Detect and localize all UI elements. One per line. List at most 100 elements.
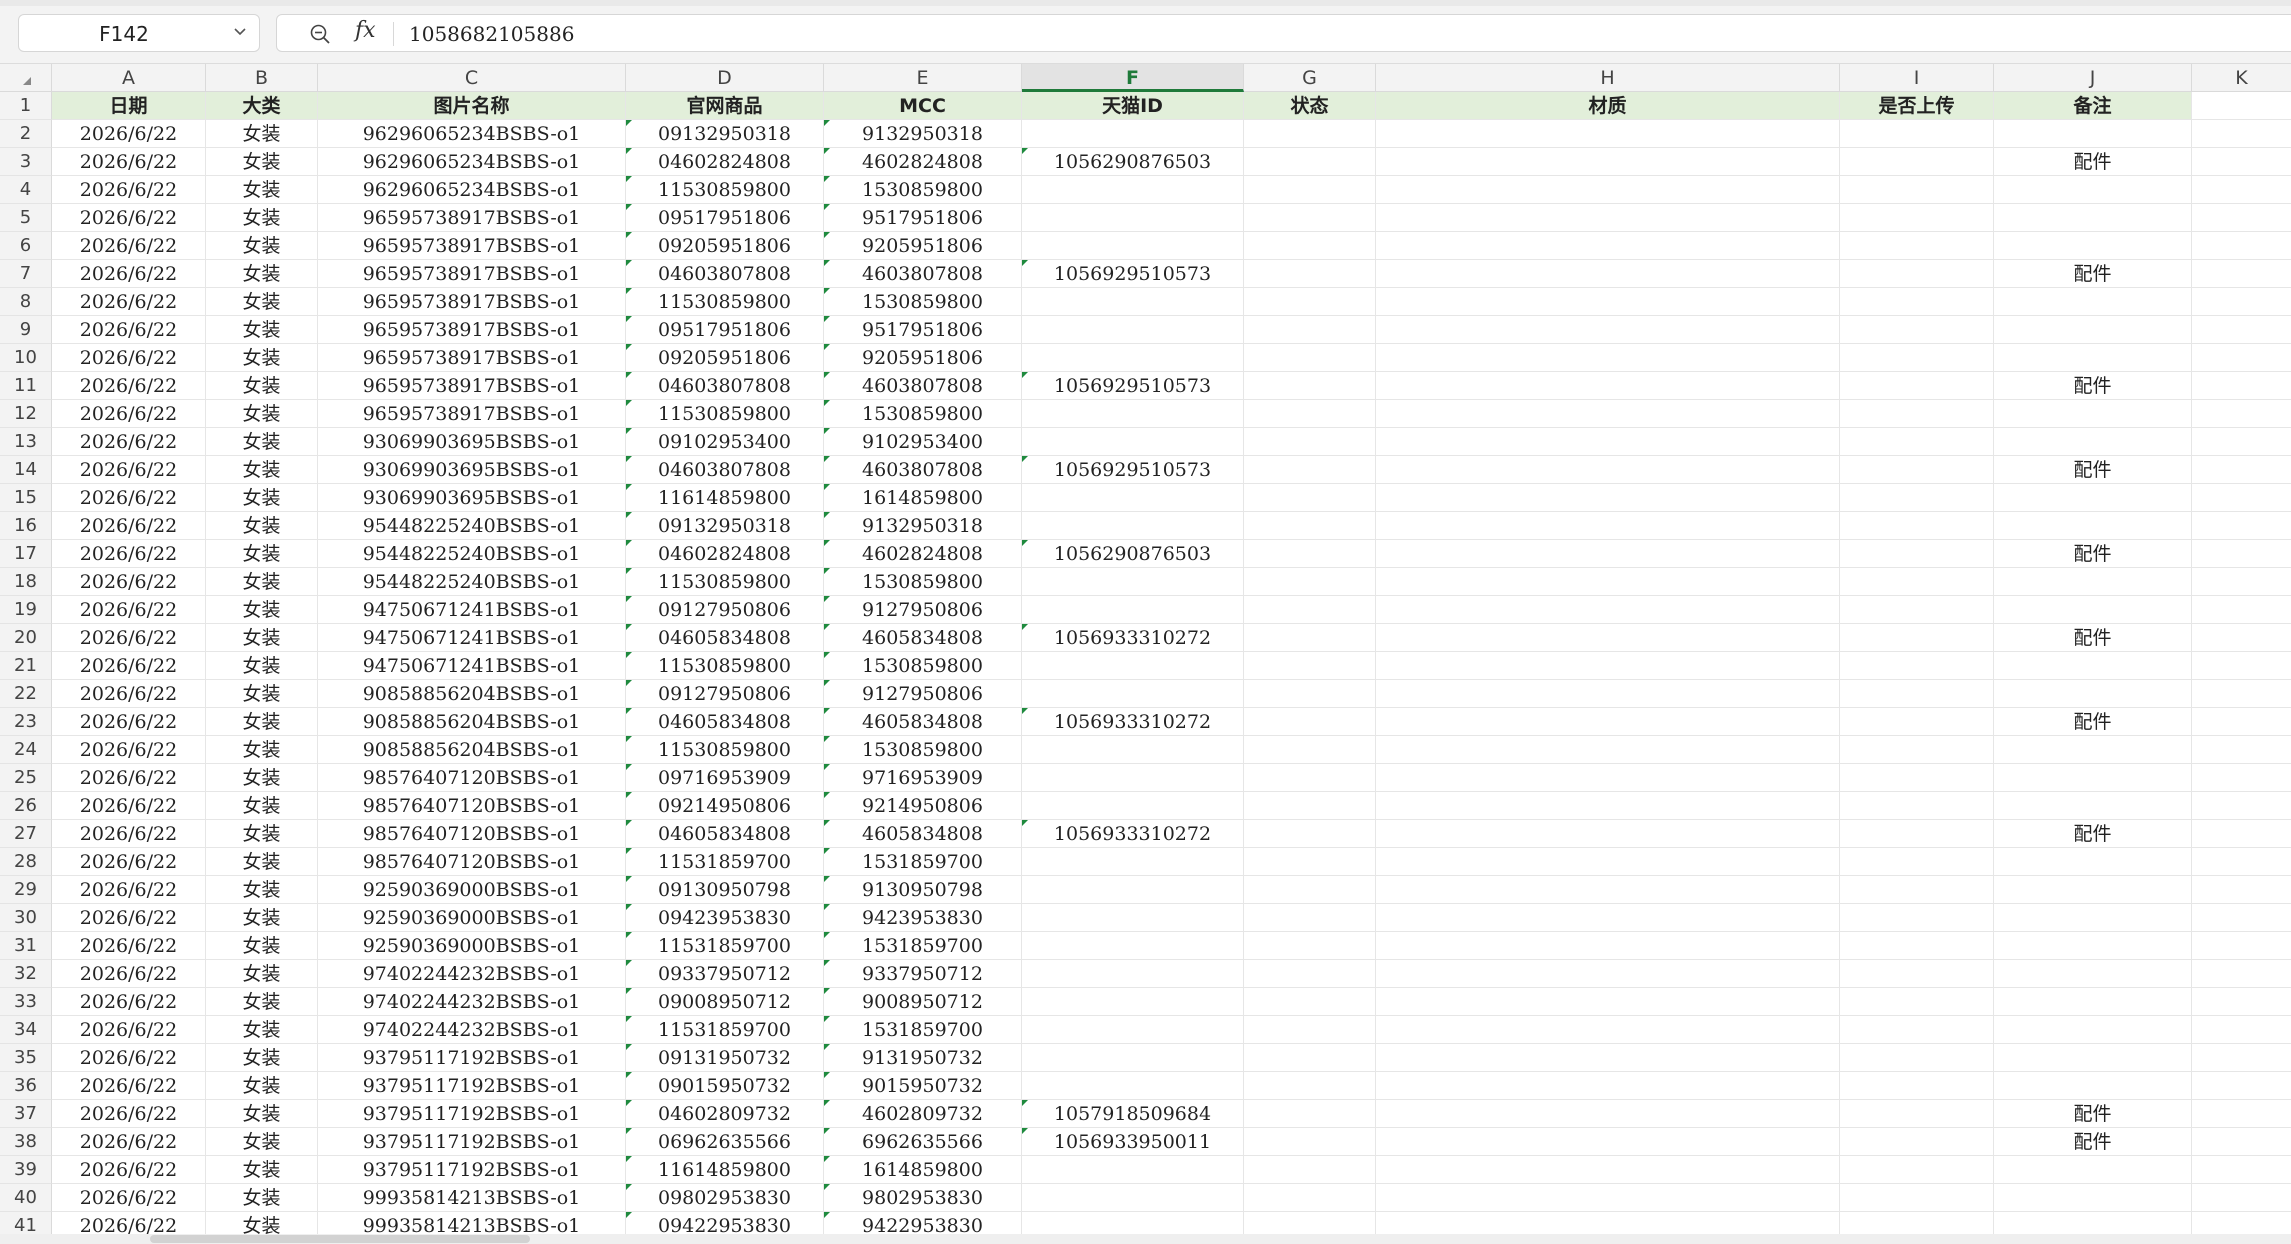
cell-i[interactable]: [1840, 764, 1994, 792]
cell-c[interactable]: 96595738917BSBS-o1: [318, 232, 626, 260]
cell-h[interactable]: [1376, 372, 1840, 400]
cell-k[interactable]: [2192, 960, 2291, 988]
cell-b[interactable]: 女装: [206, 1016, 318, 1044]
cell-c[interactable]: 95448225240BSBS-o1: [318, 568, 626, 596]
cell-j[interactable]: [1994, 764, 2192, 792]
cell-f[interactable]: [1022, 988, 1244, 1016]
cell-i[interactable]: [1840, 288, 1994, 316]
cell-c[interactable]: 93795117192BSBS-o1: [318, 1156, 626, 1184]
cell-g[interactable]: [1244, 904, 1376, 932]
cell-a[interactable]: 2026/6/22: [52, 652, 206, 680]
cell-g[interactable]: [1244, 708, 1376, 736]
cell-e[interactable]: MCC: [824, 92, 1022, 120]
cell-f[interactable]: 1056290876503: [1022, 540, 1244, 568]
cell-c[interactable]: 99935814213BSBS-o1: [318, 1184, 626, 1212]
cell-a[interactable]: 2026/6/22: [52, 1212, 206, 1234]
cell-h[interactable]: [1376, 932, 1840, 960]
cell-f[interactable]: [1022, 596, 1244, 624]
cell-f[interactable]: [1022, 204, 1244, 232]
cell-f[interactable]: [1022, 736, 1244, 764]
cell-j[interactable]: [1994, 344, 2192, 372]
cell-a[interactable]: 2026/6/22: [52, 1128, 206, 1156]
horizontal-scrollbar[interactable]: [0, 1234, 2291, 1244]
cell-j[interactable]: [1994, 792, 2192, 820]
formula-value[interactable]: 1058682105886: [409, 22, 574, 46]
cell-g[interactable]: [1244, 484, 1376, 512]
cell-f[interactable]: 1057918509684: [1022, 1100, 1244, 1128]
cell-k[interactable]: [2192, 232, 2291, 260]
cell-d[interactable]: 09205951806: [626, 232, 824, 260]
cell-g[interactable]: [1244, 1100, 1376, 1128]
cell-k[interactable]: [2192, 624, 2291, 652]
cell-e[interactable]: 9102953400: [824, 428, 1022, 456]
cell-k[interactable]: [2192, 512, 2291, 540]
cell-i[interactable]: [1840, 624, 1994, 652]
cell-a[interactable]: 2026/6/22: [52, 988, 206, 1016]
cell-g[interactable]: [1244, 1128, 1376, 1156]
cell-d[interactable]: 09132950318: [626, 120, 824, 148]
cell-a[interactable]: 2026/6/22: [52, 288, 206, 316]
cell-e[interactable]: 9802953830: [824, 1184, 1022, 1212]
row-header[interactable]: 34: [0, 1016, 52, 1044]
cell-j[interactable]: [1994, 960, 2192, 988]
cell-k[interactable]: [2192, 932, 2291, 960]
cell-h[interactable]: [1376, 652, 1840, 680]
cell-e[interactable]: 1614859800: [824, 484, 1022, 512]
cell-c[interactable]: 96595738917BSBS-o1: [318, 288, 626, 316]
cell-f[interactable]: [1022, 1184, 1244, 1212]
cell-k[interactable]: [2192, 120, 2291, 148]
select-all-corner[interactable]: [0, 64, 52, 92]
cell-e[interactable]: 1531859700: [824, 932, 1022, 960]
cell-e[interactable]: 4602824808: [824, 540, 1022, 568]
cell-i[interactable]: [1840, 652, 1994, 680]
cell-h[interactable]: [1376, 876, 1840, 904]
cell-h[interactable]: [1376, 792, 1840, 820]
cell-k[interactable]: [2192, 988, 2291, 1016]
cell-j[interactable]: 配件: [1994, 708, 2192, 736]
cell-h[interactable]: [1376, 820, 1840, 848]
cell-f[interactable]: [1022, 764, 1244, 792]
cell-g[interactable]: 状态: [1244, 92, 1376, 120]
cell-c[interactable]: 93069903695BSBS-o1: [318, 456, 626, 484]
row-header[interactable]: 16: [0, 512, 52, 540]
cell-e[interactable]: 4605834808: [824, 708, 1022, 736]
cell-h[interactable]: [1376, 1072, 1840, 1100]
cell-a[interactable]: 2026/6/22: [52, 568, 206, 596]
cell-j[interactable]: [1994, 176, 2192, 204]
cell-d[interactable]: 04603807808: [626, 372, 824, 400]
cell-d[interactable]: 11530859800: [626, 400, 824, 428]
cell-b[interactable]: 女装: [206, 736, 318, 764]
cell-c[interactable]: 94750671241BSBS-o1: [318, 596, 626, 624]
cell-k[interactable]: [2192, 652, 2291, 680]
cell-k[interactable]: [2192, 708, 2291, 736]
row-header[interactable]: 32: [0, 960, 52, 988]
cell-j[interactable]: 配件: [1994, 456, 2192, 484]
cell-j[interactable]: [1994, 736, 2192, 764]
cell-a[interactable]: 2026/6/22: [52, 1156, 206, 1184]
cell-e[interactable]: 1530859800: [824, 176, 1022, 204]
cell-h[interactable]: [1376, 288, 1840, 316]
cell-d[interactable]: 11530859800: [626, 176, 824, 204]
cell-a[interactable]: 2026/6/22: [52, 456, 206, 484]
cell-a[interactable]: 2026/6/22: [52, 736, 206, 764]
cell-i[interactable]: [1840, 204, 1994, 232]
cell-c[interactable]: 98576407120BSBS-o1: [318, 764, 626, 792]
cell-e[interactable]: 9130950798: [824, 876, 1022, 904]
cell-h[interactable]: [1376, 960, 1840, 988]
cell-c[interactable]: 96296065234BSBS-o1: [318, 120, 626, 148]
cell-e[interactable]: 9132950318: [824, 120, 1022, 148]
column-header-h[interactable]: H: [1376, 64, 1840, 92]
cell-h[interactable]: [1376, 1100, 1840, 1128]
cell-c[interactable]: 92590369000BSBS-o1: [318, 932, 626, 960]
cell-b[interactable]: 女装: [206, 960, 318, 988]
cell-b[interactable]: 女装: [206, 820, 318, 848]
cell-k[interactable]: [2192, 372, 2291, 400]
row-header[interactable]: 27: [0, 820, 52, 848]
cell-c[interactable]: 96296065234BSBS-o1: [318, 176, 626, 204]
cell-g[interactable]: [1244, 876, 1376, 904]
cell-d[interactable]: 04603807808: [626, 456, 824, 484]
cell-a[interactable]: 2026/6/22: [52, 904, 206, 932]
cell-j[interactable]: [1994, 1212, 2192, 1234]
cell-g[interactable]: [1244, 988, 1376, 1016]
column-header-d[interactable]: D: [626, 64, 824, 92]
